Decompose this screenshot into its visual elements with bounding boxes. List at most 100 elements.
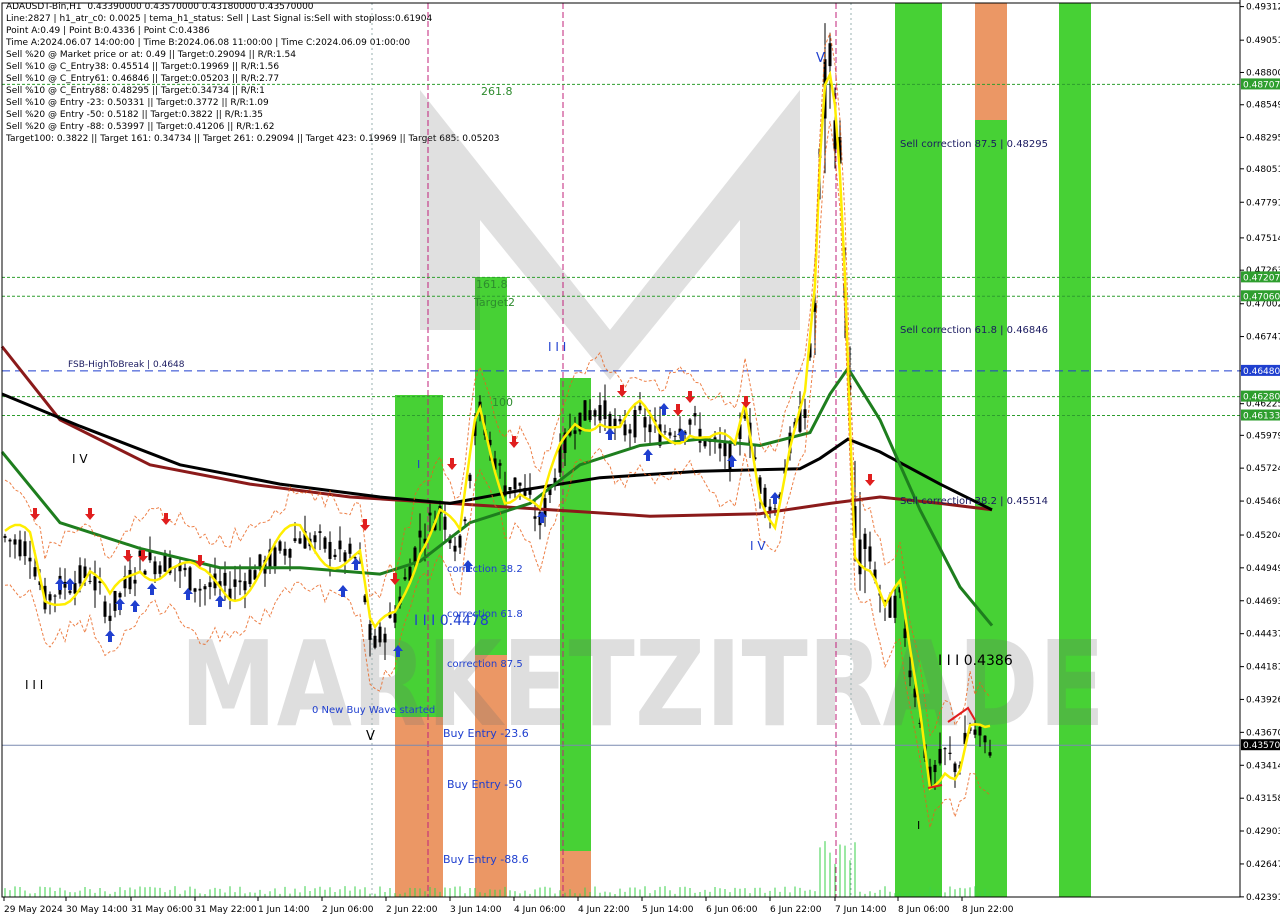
candle-body bbox=[203, 586, 207, 590]
annotation-label: I V bbox=[72, 452, 88, 466]
candle-body bbox=[18, 539, 22, 557]
candle-body bbox=[378, 626, 382, 643]
candle-body bbox=[28, 557, 32, 562]
candle-body bbox=[573, 430, 577, 434]
x-tick-label: 8 Jun 22:00 bbox=[962, 905, 1014, 915]
candle-body bbox=[893, 595, 897, 618]
x-tick-label: 2 Jun 06:00 bbox=[322, 905, 374, 915]
candle-body bbox=[763, 487, 767, 507]
x-tick-label: 2 Jun 22:00 bbox=[386, 905, 438, 915]
annotation-label: I V bbox=[750, 539, 766, 553]
candle-body bbox=[723, 442, 727, 457]
sell-arrow bbox=[741, 396, 751, 408]
sell-arrow bbox=[673, 404, 683, 416]
candle-body bbox=[368, 624, 372, 640]
x-tick-label: 5 Jun 14:00 bbox=[642, 905, 694, 915]
candle-body bbox=[663, 431, 667, 433]
sell-arrow bbox=[509, 436, 519, 448]
price-tag-label: 0.46480 bbox=[1243, 367, 1280, 377]
annotation-label: I I I 0.4478 bbox=[414, 613, 489, 629]
candle-body bbox=[238, 580, 242, 583]
y-tick-label: 0.44693 bbox=[1246, 597, 1280, 607]
candle-body bbox=[108, 615, 112, 621]
candle-body bbox=[613, 418, 617, 427]
sell-arrow bbox=[123, 550, 133, 562]
price-chart[interactable]: MARKETZITRADE FSB-HighToBreak | 0.4648 261… bbox=[0, 0, 1280, 920]
candle-body bbox=[288, 548, 292, 558]
annotation-label: V bbox=[816, 51, 825, 66]
annotation-label: I bbox=[917, 819, 920, 832]
candle-body bbox=[533, 516, 537, 519]
y-tick-label: 0.45724 bbox=[1246, 464, 1280, 474]
buy-arrow bbox=[605, 428, 615, 440]
annotation-label: I I I bbox=[25, 678, 43, 692]
x-tick-label: 3 Jun 14:00 bbox=[450, 905, 502, 915]
candle-body bbox=[973, 729, 977, 735]
annotation-label: I bbox=[417, 458, 420, 471]
y-tick-label: 0.45979 bbox=[1246, 431, 1280, 441]
annotation-label: Buy Entry -50 bbox=[447, 778, 522, 791]
candle-body bbox=[3, 535, 7, 538]
candle-body bbox=[628, 429, 632, 434]
candle-body bbox=[293, 538, 297, 542]
candle-body bbox=[8, 539, 12, 542]
candle-body bbox=[73, 583, 77, 594]
y-tick-label: 0.42391 bbox=[1246, 893, 1280, 903]
y-tick-label: 0.43670 bbox=[1246, 728, 1280, 738]
y-tick-label: 0.43926 bbox=[1246, 695, 1280, 705]
y-tick-label: 0.45204 bbox=[1246, 531, 1280, 541]
candle-body bbox=[718, 443, 722, 449]
plot-frame bbox=[1, 2, 1241, 898]
candle-body bbox=[333, 554, 337, 557]
price-tag-label: 0.47207 bbox=[1243, 273, 1280, 283]
price-tag-label: 0.48707 bbox=[1243, 80, 1280, 90]
candle-body bbox=[693, 413, 697, 417]
candle-body bbox=[133, 579, 137, 584]
annotation-label: I I I 0.4386 bbox=[938, 653, 1013, 669]
candle-body bbox=[953, 763, 957, 773]
sell-arrow bbox=[85, 508, 95, 520]
y-tick-label: 0.42903 bbox=[1246, 827, 1280, 837]
candle-body bbox=[103, 601, 107, 617]
candle-body bbox=[158, 565, 162, 574]
candle-body bbox=[633, 410, 637, 438]
candle-body bbox=[978, 726, 982, 736]
candle-body bbox=[393, 613, 397, 623]
candle-body bbox=[648, 424, 652, 433]
candle-body bbox=[528, 489, 532, 495]
annotation-label: 100 bbox=[492, 396, 513, 409]
candle-body bbox=[298, 538, 302, 544]
annotation-label: FSB-HighToBreak | 0.4648 bbox=[68, 360, 185, 370]
candle-body bbox=[208, 582, 212, 588]
candle-body bbox=[233, 579, 237, 587]
candle-body bbox=[598, 405, 602, 421]
x-tick-label: 29 May 2024 bbox=[4, 905, 63, 915]
candle-body bbox=[858, 539, 862, 575]
candle-body bbox=[128, 569, 132, 590]
annotation-label: Sell correction 87.5 | 0.48295 bbox=[900, 139, 1048, 150]
annotation-label: 261.8 bbox=[481, 85, 513, 98]
y-tick-label: 0.46747 bbox=[1246, 333, 1280, 343]
annotation-label: 161.8 bbox=[476, 278, 508, 291]
x-tick-label: 31 May 06:00 bbox=[131, 905, 193, 915]
buy-arrow bbox=[643, 449, 653, 461]
candle-body bbox=[373, 635, 377, 648]
price-tag-label: 0.47060 bbox=[1243, 292, 1280, 302]
candle-body bbox=[78, 565, 82, 584]
candle-body bbox=[623, 424, 627, 436]
buy-arrow bbox=[105, 630, 115, 642]
candle-body bbox=[688, 419, 692, 425]
candle-body bbox=[183, 567, 187, 571]
candle-body bbox=[23, 541, 27, 557]
candle-body bbox=[518, 482, 522, 486]
annotation-label: correction 87.5 bbox=[447, 659, 523, 670]
candle-body bbox=[618, 419, 622, 422]
candle-body bbox=[583, 400, 587, 421]
annotation-label: Sell correction 38.2 | 0.45514 bbox=[900, 496, 1048, 507]
candle-body bbox=[328, 541, 332, 559]
y-tick-label: 0.49312 bbox=[1246, 3, 1280, 13]
candle-body bbox=[828, 43, 832, 67]
candle-body bbox=[118, 593, 122, 598]
candle-body bbox=[463, 519, 467, 522]
candle-body bbox=[868, 546, 872, 562]
